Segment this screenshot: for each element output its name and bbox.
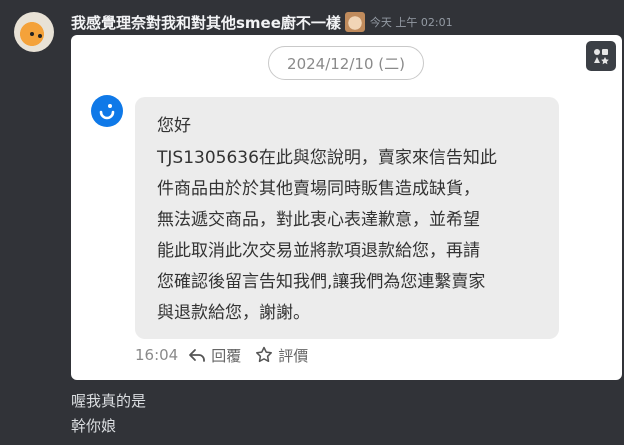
- bubble-line: 與退款給您，謝謝。: [157, 303, 310, 323]
- bubble-line: 您確認後留言告知我們,讓我們為您連繫賣家: [157, 272, 486, 292]
- image-action-icon: [594, 49, 609, 65]
- message-header: 我感覺理奈對我和對其他smee廚不一樣 今天 上午 02:01: [71, 11, 453, 33]
- message-timestamp: 今天 上午 02:01: [369, 16, 453, 29]
- reply-label: 回覆: [211, 346, 242, 365]
- chat-bubble: 您好 TJS1305636在此與您說明，賣家來信告知此 件商品由於於其他賣場同時…: [135, 97, 559, 339]
- bubble-line: 您好: [157, 116, 191, 136]
- star-icon: [256, 346, 273, 363]
- agent-logo-icon: [91, 95, 123, 127]
- rate-button[interactable]: 評價: [255, 345, 308, 366]
- reply-arrow-icon: [189, 349, 206, 362]
- bubble-meta: 16:04 回覆 評價: [135, 344, 322, 366]
- attached-screenshot[interactable]: 2024/12/10 (二) 您好 TJS1305636在此與您說明，賣家來信告…: [71, 35, 622, 380]
- rate-label: 評價: [278, 346, 309, 365]
- date-pill: 2024/12/10 (二): [268, 46, 424, 80]
- bubble-time: 16:04: [135, 346, 179, 364]
- dog-emoji-icon: [344, 12, 365, 32]
- bubble-line: TJS1305636在此與您說明，賣家來信告知此: [157, 148, 497, 168]
- bubble-line: 無法遞交商品，對此衷心表達歉意，並希望: [157, 210, 480, 230]
- followup-message: 喔我真的是: [71, 392, 147, 410]
- avatar[interactable]: [14, 12, 54, 52]
- image-action-button[interactable]: [586, 41, 616, 71]
- bubble-line: 能此取消此次交易並將款項退款給您，再請: [157, 241, 480, 261]
- followup-message: 幹你娘: [71, 417, 117, 435]
- reply-button[interactable]: 回覆: [188, 345, 241, 366]
- bubble-line: 件商品由於於其他賣場同時販售造成缺貨，: [157, 179, 480, 199]
- username[interactable]: 我感覺理奈對我和對其他smee廚不一樣: [71, 12, 341, 33]
